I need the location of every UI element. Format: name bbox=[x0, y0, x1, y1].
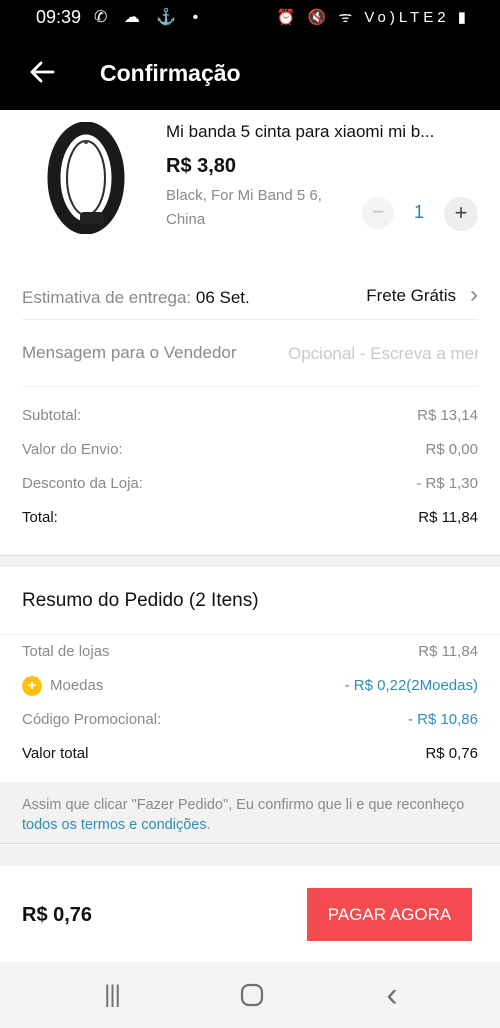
summary-value[interactable]: - R$ 10,86 bbox=[408, 711, 478, 728]
section-divider bbox=[0, 555, 500, 567]
summary-label: Código Promocional: bbox=[22, 711, 162, 728]
chevron-right-icon: › bbox=[470, 281, 478, 308]
summary-value: R$ 0,00 bbox=[425, 441, 478, 458]
home-icon-svg bbox=[240, 983, 264, 1007]
summary-label: Moedas bbox=[50, 677, 104, 694]
summary-value: - R$ 1,30 bbox=[416, 475, 478, 492]
page-title: Confirmação bbox=[100, 60, 241, 86]
shipping-option[interactable]: Frete Grátis bbox=[366, 286, 456, 306]
order-summary-title: Resumo do Pedido (2 Itens) bbox=[22, 590, 259, 611]
summary-value[interactable]: - R$ 0,22(2Moedas) bbox=[345, 677, 478, 694]
back-arrow-icon-svg bbox=[30, 61, 55, 83]
product-price: R$ 3,80 bbox=[166, 155, 237, 177]
seller-message-row: Mensagem para o Vendedor bbox=[22, 331, 478, 387]
home-icon[interactable] bbox=[232, 980, 272, 1010]
delivery-label: Estimativa de entrega: bbox=[22, 288, 196, 307]
delivery-date: 06 Set. bbox=[195, 288, 250, 307]
system-nav-bar: ||| ‹ bbox=[0, 962, 500, 1028]
notification-icons: ✆ ☁ ⚓ • bbox=[94, 9, 205, 26]
product-title[interactable]: Mi banda 5 cinta para xiaomi mi b... bbox=[166, 122, 478, 142]
summary-label: Total: bbox=[22, 509, 58, 526]
terms-text: Assim que clicar "Fazer Pedido", Eu conf… bbox=[22, 797, 465, 813]
checkout-total: R$ 0,76 bbox=[22, 904, 93, 926]
status-time: 09:39 bbox=[36, 7, 82, 27]
promo-code-row: Código Promocional: - R$ 10,86 bbox=[22, 711, 478, 735]
terms-link[interactable]: todos os termos e condições bbox=[22, 817, 207, 833]
subtotal-row: Subtotal: R$ 13,14 bbox=[22, 407, 478, 431]
back-arrow-icon[interactable] bbox=[22, 52, 62, 92]
app-bar: Confirmação bbox=[0, 36, 500, 110]
store-total-row: Total: R$ 11,84 bbox=[22, 509, 478, 533]
terms-notice: Assim que clicar "Fazer Pedido", Eu conf… bbox=[0, 782, 500, 844]
system-status-icons: ⏰ 🔇 ᯤ Vo)LTE2 ▮ bbox=[276, 9, 470, 26]
grand-total-row: Valor total R$ 0,76 bbox=[22, 745, 478, 769]
summary-value: R$ 11,84 bbox=[418, 509, 478, 526]
nav-back-icon[interactable]: ‹ bbox=[372, 978, 412, 1012]
shipping-cost-row: Valor do Envio: R$ 0,00 bbox=[22, 441, 478, 465]
status-bar: 09:39 ✆ ☁ ⚓ • ⏰ 🔇 ᯤ Vo)LTE2 ▮ bbox=[0, 0, 500, 36]
summary-label: Valor total bbox=[22, 745, 89, 762]
summary-label: Total de lojas bbox=[22, 643, 110, 660]
summary-value: R$ 11,84 bbox=[418, 643, 478, 660]
terms-end: . bbox=[206, 817, 211, 833]
summary-value: R$ 0,76 bbox=[425, 745, 478, 762]
pay-now-button[interactable]: PAGAR AGORA bbox=[307, 888, 472, 941]
stores-total-row: Total de lojas R$ 11,84 bbox=[22, 643, 478, 667]
coins-row: + Moedas - R$ 0,22(2Moedas) bbox=[22, 676, 478, 701]
delivery-row[interactable]: Estimativa de entrega: 06 Set. Frete Grá… bbox=[22, 276, 478, 320]
divider bbox=[0, 634, 500, 635]
smart-band-image bbox=[47, 121, 125, 235]
store-discount-row: Desconto da Loja: - R$ 1,30 bbox=[22, 475, 478, 499]
recents-icon[interactable]: ||| bbox=[92, 980, 132, 1010]
seller-message-input[interactable] bbox=[288, 339, 478, 369]
quantity-value: 1 bbox=[413, 202, 424, 222]
summary-label: Subtotal: bbox=[22, 407, 82, 424]
summary-label: Desconto da Loja: bbox=[22, 475, 143, 492]
product-item: Mi banda 5 cinta para xiaomi mi b... R$ … bbox=[0, 110, 500, 260]
coin-icon: + bbox=[22, 676, 42, 696]
product-variant: Black, For Mi Band 5 6, China bbox=[166, 187, 322, 228]
checkout-bar: R$ 0,76 PAGAR AGORA bbox=[0, 866, 500, 962]
product-image[interactable] bbox=[40, 121, 132, 235]
quantity-increase-button[interactable]: + bbox=[444, 197, 478, 231]
seller-message-label: Mensagem para o Vendedor bbox=[22, 343, 237, 362]
section-divider bbox=[0, 845, 500, 866]
summary-label: Valor do Envio: bbox=[22, 441, 123, 458]
delivery-estimate: Estimativa de entrega: 06 Set. bbox=[22, 288, 250, 308]
summary-value: R$ 13,14 bbox=[417, 407, 478, 424]
quantity-decrease-button[interactable]: − bbox=[362, 197, 394, 229]
